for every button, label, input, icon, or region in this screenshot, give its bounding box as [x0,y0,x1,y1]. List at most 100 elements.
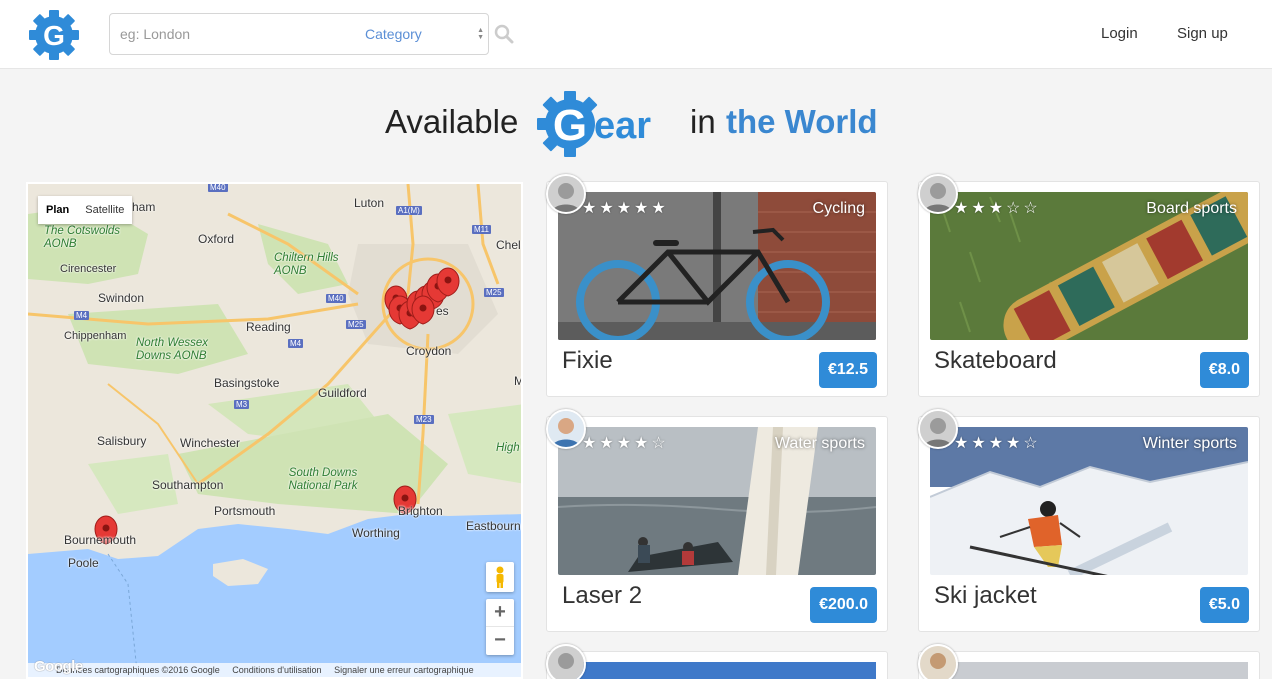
search-input[interactable] [110,14,360,54]
price-tag[interactable]: €8.0 [1199,352,1249,388]
map[interactable]: Luton Oxford Chiltern Hills AONB The Cot… [26,182,523,679]
category-badge: Water sports [774,435,865,452]
gear-card[interactable]: ★★★★☆ Water sports Laser 2 €200.0 [546,409,888,632]
gear-logo-icon[interactable]: G [27,8,81,62]
price-tag[interactable]: €200.0 [810,587,877,623]
road-shield: M40 [326,294,346,303]
owner-avatar[interactable] [546,644,586,679]
login-link[interactable]: Login [1101,25,1138,42]
avatar-icon [548,646,584,679]
price-tag[interactable]: €5.0 [1199,587,1249,623]
avatar-icon [920,176,956,212]
gear-photo[interactable] [558,662,876,679]
owner-avatar[interactable] [546,174,586,214]
partial-photo [930,662,1248,679]
map-label: Bournemouth [64,533,137,547]
owner-avatar[interactable] [546,409,586,449]
gear-card-partial[interactable] [918,644,1260,679]
map-label: Croydon [406,344,452,358]
map-label: Winchester [180,436,241,450]
road-shield: M11 [472,225,491,234]
road-shield: M4 [74,311,90,320]
road-shield: M4 [288,339,304,348]
map-label: High [496,442,520,454]
avatar-icon [548,411,584,447]
map-label: Worthing [352,526,400,540]
map-type-satellite[interactable]: Satellite [77,196,132,224]
category-badge: Board sports [1146,200,1237,217]
select-arrows-icon: ▲ ▼ [477,27,484,41]
gear-title[interactable]: Laser 2 [562,582,642,610]
search-group: Category ▲▼ [109,13,489,55]
category-select-label: Category [365,26,422,42]
map-type-control: Plan Satellite [38,196,133,224]
price-tag[interactable]: €12.5 [818,352,877,388]
map-label: Brighton [398,504,443,518]
gear-photo[interactable] [930,662,1248,679]
owner-avatar[interactable] [918,644,958,679]
map-label: Salisbury [97,434,147,448]
map-label: es [436,304,449,318]
map-label: Chiltern Hills AONB [274,252,339,277]
road-shield: M23 [414,415,434,424]
svg-text:ear: ear [594,105,651,147]
gear-card[interactable]: ★★★★☆ Winter sports Ski jacket €5.0 [918,409,1260,632]
map-label: Chel [496,238,521,252]
road-shield: M25 [346,320,366,329]
rating-stars: ★★★★☆ [582,435,669,452]
zoom-out-button[interactable]: − [486,627,514,655]
map-label: South Downs National Park [288,467,358,492]
map-label: Eastbourne [466,519,523,533]
gear-title[interactable]: Ski jacket [934,582,1037,610]
road-shield: M40 [208,183,228,192]
map-label: Swindon [98,291,145,305]
map-label: The Cotswolds AONB [44,225,121,250]
road-shield: M3 [234,400,250,409]
partial-photo [558,662,876,679]
category-select[interactable]: Category ▲ ▼ [360,14,488,54]
owner-avatar[interactable] [918,409,958,449]
owner-avatar[interactable] [918,174,958,214]
search-icon[interactable] [494,24,514,44]
avatar-icon [548,176,584,212]
zoom-in-button[interactable]: + [486,599,514,627]
navbar: G Category ▲▼ Login Sign up [0,0,1272,69]
rating-stars: ★★★★☆ [954,435,1041,452]
map-label: Portsmouth [214,504,276,518]
map-label: North Wessex Downs AONB [136,337,209,362]
map-label: Chippenham [64,330,127,342]
map-label: Cirencester [60,263,117,275]
gear-title[interactable]: Fixie [562,347,613,375]
rating-stars: ★★★☆☆ [954,200,1041,217]
road-shield: M25 [484,288,504,297]
gear-title[interactable]: Skateboard [934,347,1057,375]
map-terms-link[interactable]: Conditions d'utilisation [232,665,321,675]
heading-in: in [690,103,716,140]
map-label: ham [132,200,156,214]
map-label: Southampton [152,478,224,492]
gear-card[interactable]: ★★★★★ Cycling Fixie €12.5 [546,174,888,397]
road-shield: A1(M) [396,206,422,215]
svg-text:G: G [553,101,587,150]
avatar-icon [920,646,956,679]
map-report-link[interactable]: Signaler une erreur cartographique [334,665,474,675]
gear-wordmark-logo: G ear [537,91,651,157]
heading-world: the World [726,103,878,140]
map-label: M [514,374,523,388]
map-label: Oxford [198,232,235,246]
rating-stars: ★★★★★ [582,200,669,217]
map-label: Basingstoke [214,376,280,390]
google-logo[interactable]: Google [34,658,83,675]
heading-available: Available [385,103,519,140]
gear-card-partial[interactable] [546,644,888,679]
street-view-pegman[interactable] [486,562,514,592]
map-type-plan[interactable]: Plan [38,196,77,224]
avatar-icon [920,411,956,447]
pegman-icon [496,566,504,588]
gear-card[interactable]: ★★★☆☆ Board sports Skateboard €8.0 [918,174,1260,397]
map-label: Poole [68,556,99,570]
category-badge: Winter sports [1142,435,1237,452]
map-footer: Données cartographiques ©2016 Google Con… [28,663,521,677]
map-label: Luton [354,196,385,210]
signup-link[interactable]: Sign up [1177,25,1228,42]
